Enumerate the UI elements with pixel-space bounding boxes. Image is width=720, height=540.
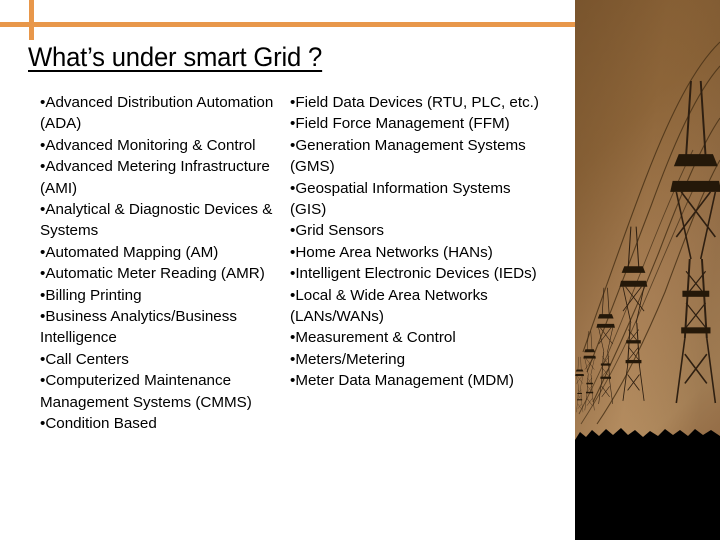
list-item: •Measurement & Control: [290, 329, 456, 347]
bullet-column-right: •Field Data Devices (RTU, PLC, etc.) •Fi…: [290, 92, 550, 435]
power-line-photo: [575, 0, 720, 540]
list-item: •Generation Management Systems (GMS): [290, 136, 526, 176]
content-columns: •Advanced Distribution Automation (ADA) …: [40, 92, 560, 435]
list-item: •Call Centers: [40, 350, 129, 368]
list-item: •Home Area Networks (HANs): [290, 243, 493, 261]
slide-title: What’s under smart Grid ?: [28, 42, 323, 72]
bullet-column-left: •Advanced Distribution Automation (ADA) …: [40, 92, 290, 435]
list-item: •Local & Wide Area Networks (LANs/WANs): [290, 286, 488, 326]
list-item: •Advanced Metering Infrastructure (AMI): [40, 158, 270, 197]
list-item: •Business Analytics/Business Intelligenc…: [40, 308, 237, 347]
accent-rule-vertical: [29, 0, 34, 40]
list-item: •Advanced Distribution Automation (ADA): [40, 94, 274, 133]
list-item: •Computerized Maintenance Management Sys…: [40, 372, 252, 411]
list-item: •Intelligent Electronic Devices (IEDs): [290, 265, 537, 283]
list-item: •Geospatial Information Systems (GIS): [290, 179, 511, 219]
list-item: •Grid Sensors: [290, 222, 384, 240]
list-item: •Advanced Monitoring & Control: [40, 136, 256, 154]
list-item: •Automated Mapping (AM): [40, 243, 219, 261]
accent-rule-horizontal: [0, 22, 575, 27]
list-item: •Billing Printing: [40, 286, 142, 304]
list-item: •Meters/Metering: [290, 350, 406, 368]
slide: What’s under smart Grid ? •Advanced Dist…: [0, 0, 720, 540]
list-item: •Analytical & Diagnostic Devices & Syste…: [40, 201, 273, 240]
list-item: •Automatic Meter Reading (AMR): [40, 265, 265, 283]
list-item: •Condition Based: [40, 415, 157, 433]
list-item: •Meter Data Management (MDM): [290, 372, 514, 390]
list-item: •Field Force Management (FFM): [290, 115, 510, 133]
list-item: •Field Data Devices (RTU, PLC, etc.): [290, 94, 539, 111]
